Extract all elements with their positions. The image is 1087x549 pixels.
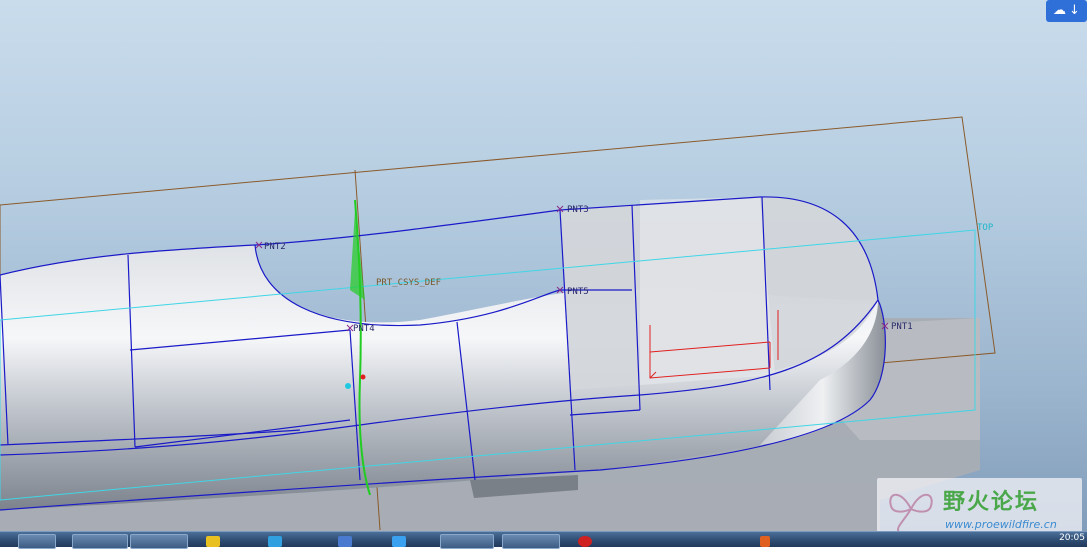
watermark-url: www.proewildfire.cn: [945, 518, 1057, 531]
windows-taskbar: 20:05: [0, 531, 1087, 549]
butterfly-logo-icon: [889, 493, 933, 533]
taskbar-window2-button[interactable]: [440, 534, 494, 549]
watermark-title: 野火论坛: [943, 490, 1040, 515]
taskbar-monitor-button[interactable]: [502, 534, 560, 549]
taskbar-window-button[interactable]: [130, 534, 188, 549]
graphics-window[interactable]: PNT2 PNT3 PNT5 PNT4 PNT1 TOP PRT_CSYS_DE…: [0, 0, 1087, 546]
pad-highlight: [640, 197, 775, 385]
arrow-icon[interactable]: [338, 536, 352, 547]
pnt4-label[interactable]: PNT4: [353, 324, 375, 334]
view-toolbar-button[interactable]: ☁ ↓: [1046, 0, 1087, 22]
datum-plane-top-label[interactable]: TOP: [977, 223, 994, 233]
pnt3-label[interactable]: PNT3: [567, 205, 589, 215]
game-icon[interactable]: [206, 536, 220, 547]
taskbar-start-button[interactable]: [18, 534, 56, 549]
arrow-down-icon: ↓: [1069, 3, 1080, 18]
ie-icon[interactable]: [268, 536, 282, 547]
csys-label[interactable]: PRT_CSYS_DEF: [376, 278, 441, 288]
stop-icon[interactable]: [578, 536, 592, 547]
taskbar-clock[interactable]: 20:05: [1059, 533, 1085, 543]
pnt5-label[interactable]: PNT5: [567, 287, 589, 297]
cloud-sync-icon: ☁: [1053, 3, 1067, 18]
pnt1-label[interactable]: PNT1: [891, 322, 913, 332]
tray-icon[interactable]: [760, 536, 770, 547]
taskbar-explorer-button[interactable]: [72, 534, 128, 549]
model-scene[interactable]: PNT2 PNT3 PNT5 PNT4 PNT1 TOP PRT_CSYS_DE…: [0, 0, 1087, 546]
pnt2-label[interactable]: PNT2: [264, 242, 286, 252]
cloud-icon[interactable]: [392, 536, 406, 547]
